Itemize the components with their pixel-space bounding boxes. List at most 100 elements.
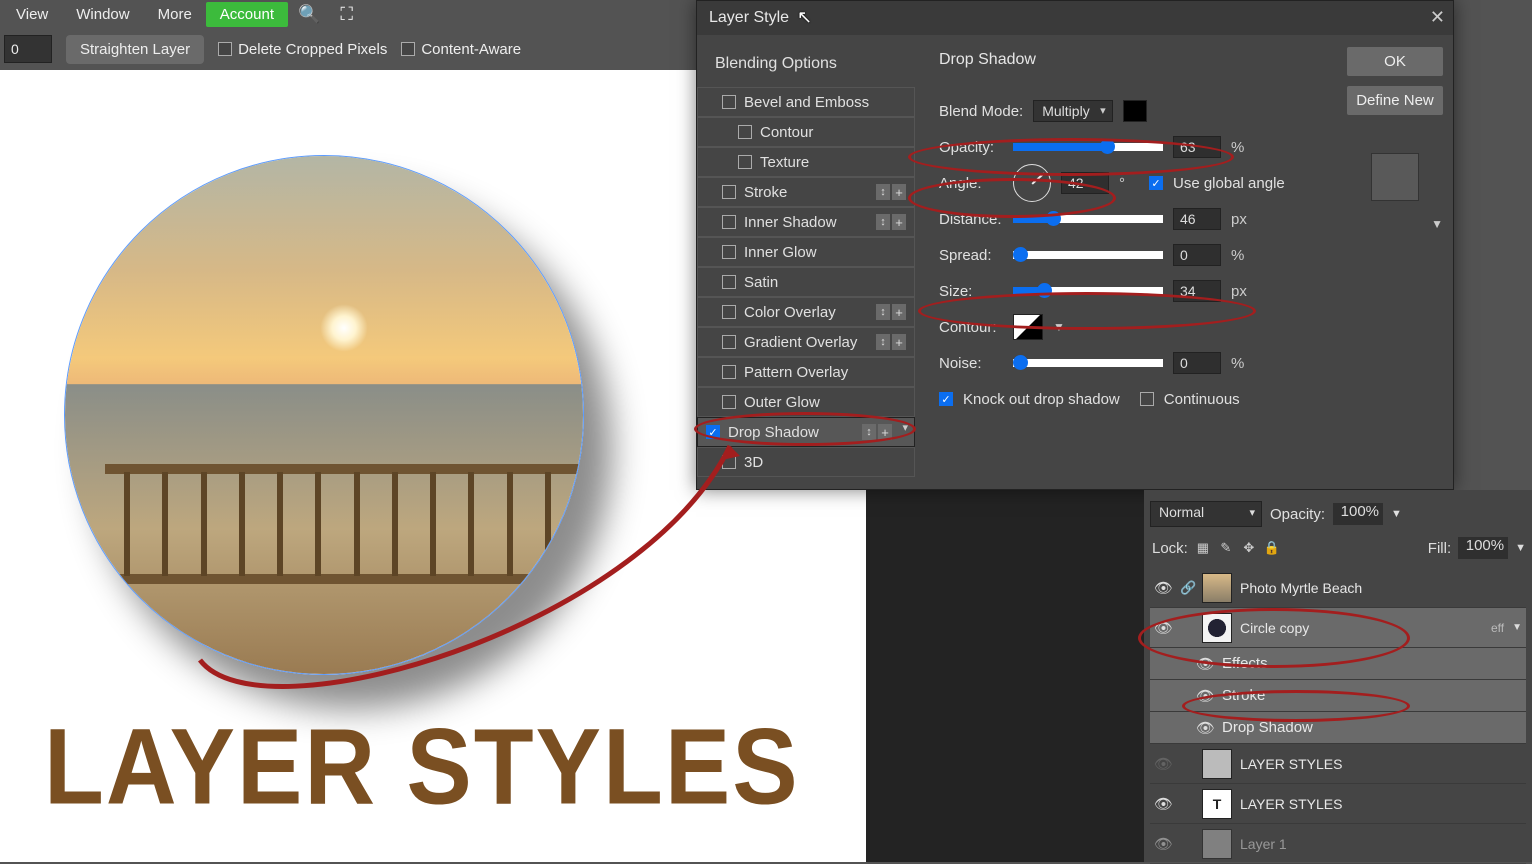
opacity-slider[interactable] [1013,143,1163,151]
eff-pattern-overlay[interactable]: Pattern Overlay [697,357,915,387]
reorder-icon[interactable]: ↕ [876,184,890,200]
eff-contour[interactable]: Contour [697,117,915,147]
add-icon[interactable]: + [892,184,906,200]
eff-bevel[interactable]: Bevel and Emboss [697,87,915,117]
opacity-label: Opacity: [939,139,1003,156]
chevron-down-icon[interactable]: ▼ [1512,622,1522,633]
noise-slider[interactable] [1013,359,1163,367]
rotation-input[interactable] [4,35,52,63]
noise-value[interactable]: 0 [1173,352,1221,374]
chevron-down-icon[interactable]: ▼ [1431,217,1443,231]
layer-name: Effects [1222,655,1522,672]
layer-name[interactable]: LAYER STYLES [1240,796,1522,812]
content-aware-checkbox[interactable]: Content-Aware [401,41,521,58]
opacity-value[interactable]: 63 [1173,136,1221,158]
layer-effect-row[interactable]: 👁 Effects [1150,648,1526,680]
blend-mode-label: Blend Mode: [939,103,1023,120]
circle-shape[interactable] [64,155,584,675]
eff-inner-shadow[interactable]: Inner Shadow↕+ [697,207,915,237]
chevron-down-icon[interactable]: ▼ [1515,542,1526,554]
lock-brush-icon[interactable]: ✎ [1218,540,1234,556]
link-icon[interactable]: 🔗 [1180,580,1194,596]
visibility-icon[interactable]: 👁 [1196,719,1214,737]
layer-name[interactable]: Circle copy [1240,620,1483,636]
distance-unit: px [1231,211,1251,228]
define-new-button[interactable]: Define New [1347,86,1443,115]
layer-row[interactable]: 👁 LAYER STYLES [1150,744,1526,784]
chevron-down-icon[interactable]: ▼ [1053,320,1065,334]
blend-mode-select[interactable]: Multiply [1033,100,1112,122]
straighten-button[interactable]: Straighten Layer [66,35,204,64]
layer-thumb [1202,829,1232,859]
layer-opacity-value[interactable]: 100% [1333,503,1383,525]
lock-label: Lock: [1152,540,1188,557]
railing [105,464,583,614]
eff-satin[interactable]: Satin [697,267,915,297]
visibility-icon[interactable]: 👁 [1154,579,1172,597]
knockout-label: Knock out drop shadow [963,391,1120,408]
eff-gradient-overlay[interactable]: Gradient Overlay↕+ [697,327,915,357]
layer-row[interactable]: 👁 Layer 1 [1150,824,1526,864]
continuous-label: Continuous [1164,391,1240,408]
layer-name[interactable]: LAYER STYLES [1240,756,1522,772]
lock-transparency-icon[interactable]: ▦ [1195,540,1211,556]
eff-drop-shadow[interactable]: ✓Drop Shadow↕+ [697,417,915,447]
eff-3d[interactable]: 3D [697,447,915,477]
noise-label: Noise: [939,355,1003,372]
menu-more[interactable]: More [144,2,206,27]
layer-style-dialog: Layer Style ↖ ✕ Blending Options Bevel a… [696,0,1454,490]
spread-slider[interactable] [1013,251,1163,259]
visibility-icon[interactable]: 👁 [1196,655,1214,673]
angle-dial[interactable] [1013,164,1051,202]
lock-move-icon[interactable]: ✥ [1241,540,1257,556]
eff-stroke[interactable]: Stroke↕+ [697,177,915,207]
visibility-icon[interactable]: 👁 [1154,619,1172,637]
blending-options[interactable]: Blending Options [697,45,915,87]
eff-inner-glow[interactable]: Inner Glow [697,237,915,267]
contour-picker[interactable] [1013,314,1043,340]
menu-view[interactable]: View [2,2,62,27]
size-value[interactable]: 34 [1173,280,1221,302]
effects-badge[interactable]: eff [1491,621,1504,635]
layer-row[interactable]: 👁 T LAYER STYLES [1150,784,1526,824]
distance-row: Distance: 46 px [939,201,1319,237]
layer-name: Stroke [1222,687,1522,704]
lock-all-icon[interactable]: 🔒 [1264,540,1280,556]
continuous-checkbox[interactable] [1140,392,1154,406]
search-icon[interactable]: 🔍 [288,0,330,29]
distance-slider[interactable] [1013,215,1163,223]
close-icon[interactable]: ✕ [1430,7,1445,28]
spread-row: Spread: 0 % [939,237,1319,273]
distance-value[interactable]: 46 [1173,208,1221,230]
eff-color-overlay[interactable]: Color Overlay↕+ [697,297,915,327]
layer-name[interactable]: Photo Myrtle Beach [1240,580,1522,596]
global-angle-checkbox[interactable]: ✓ [1149,176,1163,190]
delete-cropped-checkbox[interactable]: Delete Cropped Pixels [218,41,387,58]
ok-button[interactable]: OK [1347,47,1443,76]
noise-row: Noise: 0 % [939,345,1319,381]
layer-effect-row[interactable]: 👁 Stroke [1150,680,1526,712]
shadow-color-swatch[interactable] [1123,100,1147,122]
layer-blend-mode[interactable]: Normal [1150,501,1262,527]
chevron-down-icon[interactable]: ▼ [1391,508,1402,520]
visibility-icon[interactable]: 👁 [1196,687,1214,705]
opacity-row: Opacity: 63 % [939,129,1319,165]
knockout-checkbox[interactable]: ✓ [939,392,953,406]
layer-row[interactable]: 👁 🔗 Photo Myrtle Beach [1150,568,1526,608]
layer-effect-row[interactable]: 👁 Drop Shadow [1150,712,1526,744]
layer-name[interactable]: Layer 1 [1240,836,1522,852]
dialog-titlebar[interactable]: Layer Style ↖ ✕ [697,1,1453,35]
section-title: Drop Shadow [939,51,1319,69]
eff-outer-glow[interactable]: Outer Glow [697,387,915,417]
distance-label: Distance: [939,211,1003,228]
menu-account[interactable]: Account [206,2,288,27]
size-row: Size: 34 px [939,273,1319,309]
fill-value[interactable]: 100% [1458,537,1508,559]
eff-texture[interactable]: Texture [697,147,915,177]
size-slider[interactable] [1013,287,1163,295]
fullscreen-icon[interactable]: ⛶ [330,0,363,29]
layer-row[interactable]: 👁 Circle copy eff ▼ [1150,608,1526,648]
angle-value[interactable]: 42 [1061,172,1109,194]
spread-value[interactable]: 0 [1173,244,1221,266]
menu-window[interactable]: Window [62,2,143,27]
